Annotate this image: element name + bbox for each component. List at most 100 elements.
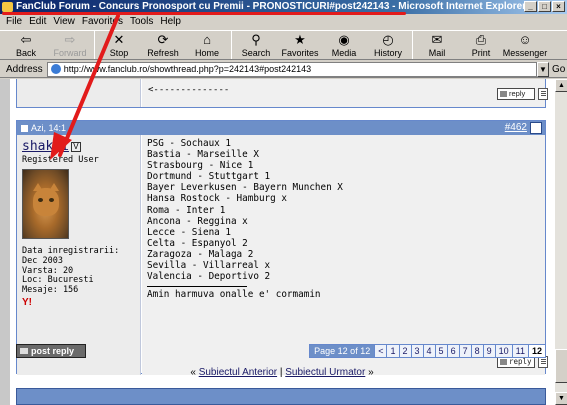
toolbar-separator bbox=[94, 31, 95, 59]
username-link[interactable]: shakti bbox=[22, 139, 69, 154]
menu-favorites[interactable]: Favorites bbox=[80, 15, 128, 29]
thread-controls: post reply Page 12 of 12 < 1 2 3 4 5 6 7 8 9 10 11… bbox=[16, 341, 546, 358]
prediction-line: Lecce - Siena 1 bbox=[147, 226, 231, 238]
post-link-icon[interactable] bbox=[530, 122, 542, 134]
home-icon: ⌂ bbox=[203, 32, 211, 47]
avatar bbox=[22, 169, 69, 239]
menu-help[interactable]: Help bbox=[158, 15, 186, 29]
menu-view[interactable]: View bbox=[51, 15, 80, 29]
history-icon: ◴ bbox=[382, 32, 394, 47]
search-button[interactable]: ⚲ Search bbox=[234, 31, 278, 61]
prediction-line: Bayer Leverkusen - Bayern Munchen X bbox=[147, 182, 343, 194]
previous-post: <-------------- reply bbox=[16, 79, 548, 108]
print-icon: ⎙ bbox=[475, 32, 487, 47]
media-button[interactable]: ◉ Media bbox=[322, 31, 366, 61]
page-link-11[interactable]: 11 bbox=[511, 344, 529, 358]
messenger-button[interactable]: ☺ Messenger bbox=[503, 31, 548, 61]
search-icon: ⚲ bbox=[251, 32, 261, 47]
stop-button[interactable]: ✕ Stop bbox=[97, 31, 141, 61]
forward-button[interactable]: ⇨ Forward bbox=[48, 31, 92, 61]
toolbar-separator bbox=[231, 31, 232, 59]
address-bar: Address http://www.fanclub.ro/showthread… bbox=[0, 61, 567, 78]
user-stats: Data inregistrarii: Dec 2003 Varsta: 20 … bbox=[22, 246, 135, 296]
kitten-image bbox=[33, 183, 59, 216]
menu-bar: File Edit View Favorites Tools Help bbox=[0, 15, 567, 29]
favorites-label: Favorites bbox=[281, 48, 319, 58]
page-link-10[interactable]: 10 bbox=[494, 344, 513, 358]
minimize-button[interactable]: _ bbox=[524, 1, 537, 12]
print-button[interactable]: ⎙ Print bbox=[459, 31, 503, 61]
back-button[interactable]: ⇦ Back bbox=[4, 31, 48, 61]
prev-thread-link[interactable]: Subiectul Anterior bbox=[199, 367, 277, 378]
prev-thread-marker: « bbox=[190, 367, 196, 378]
messenger-icon: ☺ bbox=[518, 32, 532, 47]
prediction-line: PSG - Sochaux 1 bbox=[147, 138, 231, 149]
home-button[interactable]: ⌂ Home bbox=[185, 31, 229, 61]
history-label: History bbox=[373, 48, 402, 58]
prediction-line: Ancona - Reggina x bbox=[147, 215, 248, 227]
page-info[interactable]: Page 12 of 12 bbox=[309, 344, 376, 358]
vertical-scrollbar[interactable]: ▲ ▼ bbox=[554, 79, 567, 405]
toolbar: ⇦ Back ⇨ Forward ✕ Stop ⟳ Refresh ⌂ Home ⚲ Search ★ F… bbox=[0, 30, 567, 60]
previous-post-text: <-------------- bbox=[148, 85, 230, 95]
search-label: Search bbox=[241, 48, 271, 58]
page-prev-link[interactable]: < bbox=[374, 344, 388, 358]
history-button[interactable]: ◴ History bbox=[366, 31, 410, 61]
next-thread-marker: » bbox=[368, 367, 374, 378]
previous-post-body: <-------------- reply bbox=[142, 79, 548, 107]
post-content: PSG - Sochaux 1 Bastia - Marseille X Stras… bbox=[147, 138, 540, 282]
close-button[interactable]: × bbox=[552, 1, 565, 12]
post-date-icon bbox=[21, 125, 28, 133]
post-reply-button[interactable]: post reply bbox=[16, 344, 86, 358]
page-link-12[interactable]: 12 bbox=[527, 344, 546, 358]
prediction-line: Hansa Rostock - Hamburg x bbox=[147, 193, 287, 205]
menu-edit[interactable]: Edit bbox=[27, 15, 51, 29]
scroll-thumb[interactable] bbox=[555, 349, 567, 383]
prediction-line: Sevilla - Villarreal x bbox=[147, 260, 271, 272]
previous-post-reply-button[interactable]: reply bbox=[497, 88, 535, 100]
mail-icon: ✉ bbox=[431, 32, 443, 47]
online-status-icon: V bbox=[70, 142, 81, 152]
next-thread-link[interactable]: Subiectul Urmator bbox=[285, 367, 365, 378]
yahoo-messenger-icon[interactable]: Y! bbox=[22, 297, 135, 308]
prediction-line: Valencia - Deportivo 2 bbox=[147, 271, 271, 283]
post-462: Azi, 14:1 #462 shakti V Registered User D… bbox=[16, 120, 548, 375]
ie-icon bbox=[2, 2, 13, 12]
favorites-button[interactable]: ★ Favorites bbox=[278, 31, 322, 61]
stop-label: Stop bbox=[109, 48, 129, 58]
previous-post-quote-icon[interactable] bbox=[538, 88, 548, 100]
forum-page: <-------------- reply Azi, 14:1 #462 sha… bbox=[10, 79, 554, 405]
prediction-line: Roma - Inter 1 bbox=[147, 204, 226, 216]
stop-icon: ✕ bbox=[113, 32, 125, 47]
pagination: Page 12 of 12 < 1 2 3 4 5 6 7 8 9 10 11 12 bbox=[309, 344, 546, 358]
scroll-down-icon[interactable]: ▼ bbox=[555, 392, 567, 405]
maximize-button[interactable]: □ bbox=[538, 1, 551, 12]
address-dropdown-icon[interactable]: ▼ bbox=[537, 61, 549, 77]
mail-button[interactable]: ✉ Mail bbox=[415, 31, 459, 61]
refresh-label: Refresh bbox=[147, 48, 179, 58]
back-label: Back bbox=[15, 48, 36, 58]
nav-separator: | bbox=[279, 367, 283, 378]
thread-navigation: « Subiectul Anterior | Subiectul Urmator… bbox=[10, 367, 554, 378]
window-title: FanClub Forum - Concurs Pronosport cu Pr… bbox=[16, 1, 527, 12]
menu-tools[interactable]: Tools bbox=[128, 15, 158, 29]
post-number-link[interactable]: #462 bbox=[505, 121, 527, 135]
post-date: Azi, 14:1 bbox=[31, 123, 67, 133]
signature: Amin harmuva onalle e' cormamin bbox=[147, 289, 321, 301]
address-field[interactable]: http://www.fanclub.ro/showthread.php?p=2… bbox=[46, 61, 537, 77]
refresh-button[interactable]: ⟳ Refresh bbox=[141, 31, 185, 61]
go-button[interactable]: Go bbox=[549, 64, 567, 75]
prediction-line: Bastia - Marseille X bbox=[147, 149, 259, 161]
prediction-line: Zaragoza - Malaga 2 bbox=[147, 248, 254, 260]
print-label: Print bbox=[471, 48, 491, 58]
favorites-icon: ★ bbox=[294, 32, 306, 47]
prediction-line: Strasbourg - Nice 1 bbox=[147, 160, 254, 172]
join-date: Data inregistrarii: Dec 2003 bbox=[22, 246, 120, 266]
prediction-line: Dortmund - Stuttgart 1 bbox=[147, 171, 271, 183]
user-title: Registered User bbox=[22, 155, 99, 165]
signature-divider bbox=[147, 286, 247, 288]
address-url[interactable]: http://www.fanclub.ro/showthread.php?p=2… bbox=[64, 64, 311, 74]
post-header: Azi, 14:1 #462 bbox=[17, 121, 545, 135]
scroll-up-icon[interactable]: ▲ bbox=[555, 79, 567, 92]
menu-file[interactable]: File bbox=[4, 15, 27, 29]
